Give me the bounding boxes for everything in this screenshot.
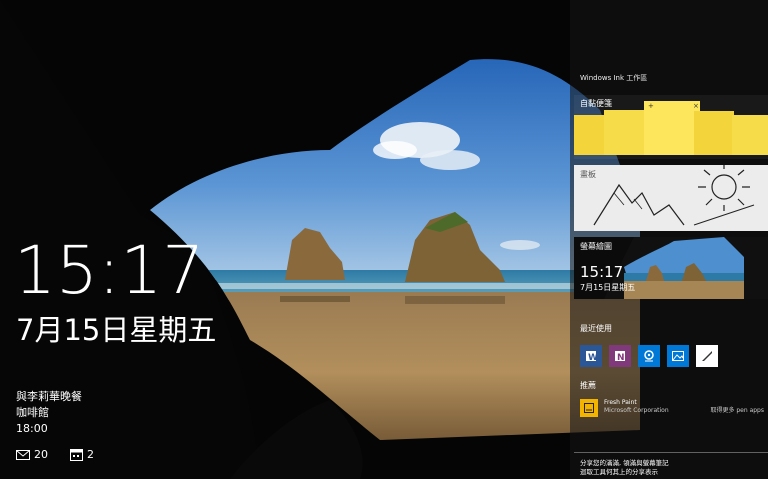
calendar-count: 2 xyxy=(87,448,94,461)
lockscreen-date: 7月15日星期五 xyxy=(16,313,217,347)
maps-app-icon[interactable] xyxy=(638,345,660,367)
svg-text:N: N xyxy=(617,353,625,363)
panel-footer[interactable]: 分享您的滿滿, 領滿與螢幕筆記 迴取工具何其上的分享表示 xyxy=(580,459,669,477)
sticky-notes-tile[interactable]: + × xyxy=(574,95,768,159)
panel-divider xyxy=(574,452,768,453)
calendar-badge: 2 xyxy=(70,448,94,461)
svg-text:+: + xyxy=(648,102,654,110)
panel-title: Windows Ink 工作區 xyxy=(580,74,648,82)
lockscreen-info: 15:17 7月15日星期五 與李莉華晚餐 咖啡館 18:00 20 2 xyxy=(0,0,300,479)
lockscreen-badges: 20 2 xyxy=(16,448,94,461)
fresh-paint-app-icon[interactable] xyxy=(696,345,718,367)
mail-badge: 20 xyxy=(16,448,48,461)
svg-text:W: W xyxy=(588,353,598,363)
event-time: 18:00 xyxy=(16,422,48,435)
photos-app-icon[interactable] xyxy=(667,345,689,367)
sketchpad-preview xyxy=(593,165,755,226)
footer-line-1: 分享您的滿滿, 領滿與螢幕筆記 xyxy=(580,459,669,467)
svg-text:×: × xyxy=(693,102,699,110)
ink-workspace-panel: Windows Ink 工作區 自黏便箋 + × 畫板 螢幕繪圖 15:17 7… xyxy=(570,0,768,479)
mail-icon xyxy=(16,449,30,460)
mail-count: 20 xyxy=(34,448,48,461)
fresh-paint-suggested-icon xyxy=(580,399,598,417)
suggested-label: 推薦 xyxy=(580,381,596,390)
suggested-app-publisher: Microsoft Corporation xyxy=(604,407,669,414)
word-app-icon[interactable]: W xyxy=(580,345,602,367)
recent-apps: W N xyxy=(580,345,718,367)
onenote-app-icon[interactable]: N xyxy=(609,345,631,367)
event-location: 咖啡館 xyxy=(16,406,49,419)
suggested-app[interactable]: Fresh Paint Microsoft Corporation 取得更多 p… xyxy=(580,399,768,417)
sketchpad-label: 畫板 xyxy=(580,170,596,179)
screen-sketch-label: 螢幕繪圖 xyxy=(580,242,612,251)
lockscreen-clock: 15:17 xyxy=(14,232,205,309)
screen-sketch-date: 7月15日星期五 xyxy=(580,283,636,292)
event-title: 與李莉華晚餐 xyxy=(16,390,82,403)
screen-sketch-clock: 15:17 xyxy=(580,263,624,281)
footer-line-2: 迴取工具何其上的分享表示 xyxy=(580,468,658,476)
calendar-event[interactable]: 與李莉華晚餐 咖啡館 18:00 xyxy=(16,389,82,437)
sticky-notes-preview: + × xyxy=(574,101,768,155)
get-more-pen-apps-link[interactable]: 取得更多 pen apps xyxy=(710,405,764,414)
sketchpad-tile[interactable] xyxy=(574,165,768,231)
calendar-icon xyxy=(70,448,83,461)
recent-label: 最近使用 xyxy=(580,324,612,333)
suggested-app-name: Fresh Paint xyxy=(604,399,637,406)
